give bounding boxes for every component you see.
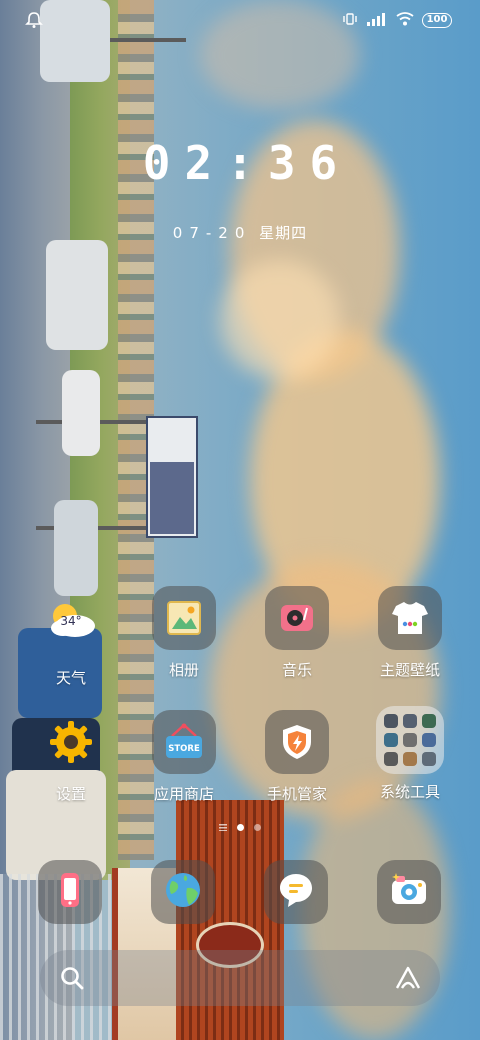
app-label-store: 应用商店 — [153, 785, 214, 803]
store-icon: STORE — [152, 710, 216, 774]
store-badge-text: STORE — [168, 744, 200, 754]
notification-bell-icon — [24, 10, 44, 30]
page-indicator[interactable] — [0, 824, 480, 831]
gear-icon — [39, 710, 103, 774]
folder-icon — [376, 706, 444, 774]
camera-icon — [388, 870, 430, 914]
app-label-music: 音乐 — [281, 661, 312, 679]
dock-browser[interactable] — [151, 860, 215, 924]
wifi-icon — [396, 11, 414, 30]
clock-time[interactable]: 02:36 — [0, 136, 480, 190]
clock-date[interactable]: 07-20 星期四 — [0, 222, 480, 243]
app-phone-manager[interactable]: 手机管家 — [242, 710, 352, 804]
app-music[interactable]: 音乐 — [242, 586, 352, 680]
date-text: 07-20 — [172, 224, 252, 242]
status-bar: 100 — [0, 0, 480, 40]
weekday-text: 星期四 — [259, 224, 308, 242]
page-dot-1 — [237, 824, 244, 831]
app-folder-system-tools[interactable]: 系统工具 — [355, 706, 465, 802]
page-indicator-feed — [219, 824, 227, 831]
weather-widget[interactable]: 34° 天气 — [16, 594, 126, 688]
search-bar[interactable] — [40, 950, 440, 1006]
messages-icon — [276, 870, 316, 914]
app-label-settings: 设置 — [55, 785, 86, 803]
folder-icon-wrapper — [376, 706, 444, 774]
app-label-system-tools: 系统工具 — [379, 783, 440, 801]
browser-globe-icon — [163, 870, 203, 914]
theme-icon — [378, 586, 442, 650]
music-icon — [265, 586, 329, 650]
weather-temperature: 34° — [60, 614, 82, 628]
weather-label: 天气 — [55, 669, 86, 687]
battery-indicator: 100 — [422, 12, 452, 28]
search-icon[interactable] — [58, 964, 86, 992]
page-dot-2 — [254, 824, 261, 831]
shield-icon — [265, 710, 329, 774]
dock-camera[interactable] — [377, 860, 441, 924]
app-themes[interactable]: 主题壁纸 — [355, 586, 465, 680]
phone-icon — [52, 870, 88, 914]
signal-icon — [366, 11, 388, 30]
vibrate-icon — [342, 11, 358, 30]
app-settings[interactable]: 设置 — [16, 710, 126, 804]
app-gallery[interactable]: 相册 — [129, 586, 239, 680]
dock-phone[interactable] — [38, 860, 102, 924]
assistant-icon[interactable] — [394, 964, 422, 992]
app-label-phone-manager: 手机管家 — [266, 785, 327, 803]
app-label-gallery: 相册 — [168, 661, 199, 679]
gallery-icon — [152, 586, 216, 650]
app-store[interactable]: STORE 应用商店 — [129, 710, 239, 804]
dock-messages[interactable] — [264, 860, 328, 924]
sun-cloud-icon: 34° — [39, 594, 103, 658]
app-label-themes: 主题壁纸 — [379, 661, 440, 679]
